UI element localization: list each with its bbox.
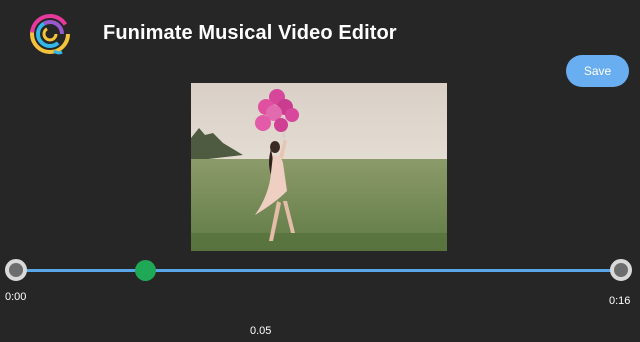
start-time-label: 0:00 (5, 291, 27, 303)
video-preview[interactable] (191, 83, 447, 251)
app-logo-icon (30, 14, 70, 55)
save-button[interactable]: Save (566, 55, 629, 87)
playhead-handle[interactable] (135, 260, 156, 281)
end-time-label: 0:16 (609, 295, 631, 307)
current-time-label: 0.05 (250, 325, 272, 337)
trim-start-handle[interactable] (5, 259, 27, 281)
trim-end-handle[interactable] (610, 259, 632, 281)
timeline-track[interactable] (16, 269, 622, 272)
page-title: Funimate Musical Video Editor (103, 22, 397, 44)
video-frame-image (191, 83, 447, 251)
